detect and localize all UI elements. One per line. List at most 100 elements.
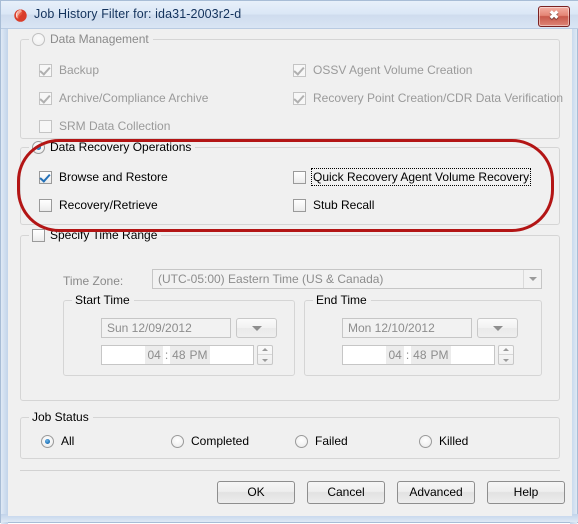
checkbox-stub-recall-label: Stub Recall <box>313 198 375 212</box>
radio-row-killed[interactable]: Killed <box>419 434 468 448</box>
window-frame-left <box>1 1 8 524</box>
group-data-recovery-operations-title[interactable]: Data Recovery Operations <box>29 140 196 154</box>
timezone-dropdown-arrow[interactable] <box>523 270 541 288</box>
end-date-field[interactable]: Mon 12/10/2012 <box>342 318 472 338</box>
group-data-recovery-operations: Data Recovery Operations Browse and Rest… <box>20 140 560 225</box>
start-date-field[interactable]: Sun 12/09/2012 <box>101 318 231 338</box>
group-specify-time-range: Specify Time Range Time Zone: (UTC-05:00… <box>20 228 560 401</box>
start-time-spinner[interactable] <box>257 345 273 365</box>
button-bar-separator <box>20 470 560 471</box>
end-time-spinner-up[interactable] <box>499 346 513 355</box>
radio-job-status-failed[interactable] <box>295 434 308 448</box>
radio-job-status-completed-label: Completed <box>191 434 250 448</box>
group-start-time-label: Start Time <box>75 293 130 307</box>
start-time-meridiem[interactable]: PM <box>187 346 210 364</box>
checkbox-row-backup[interactable]: Backup <box>39 63 99 77</box>
end-time-field[interactable]: 04 : 48 PM <box>342 345 495 365</box>
close-button[interactable]: ✖ <box>538 6 570 27</box>
group-end-time: End Time Mon 12/10/2012 04 : 48 PM <box>304 293 542 376</box>
close-icon: ✖ <box>548 8 560 22</box>
chevron-down-icon <box>262 358 268 362</box>
radio-row-failed[interactable]: Failed <box>295 434 348 448</box>
chevron-down-icon <box>492 326 503 331</box>
checkbox-srm-data-collection-label: SRM Data Collection <box>59 119 171 133</box>
radio-data-recovery-operations[interactable] <box>32 140 45 154</box>
group-job-status: Job Status All Completed Failed Killed <box>20 410 560 459</box>
advanced-button[interactable]: Advanced <box>397 481 475 504</box>
checkbox-backup[interactable] <box>39 63 52 77</box>
cancel-button[interactable]: Cancel <box>307 481 385 504</box>
title-bar[interactable]: Job History Filter for: ida31-2003r2-d ✖ <box>1 1 578 29</box>
start-time-separator: : <box>164 348 169 362</box>
end-time-minute[interactable]: 48 <box>411 346 429 364</box>
checkbox-row-stub-recall[interactable]: Stub Recall <box>293 198 374 212</box>
checkbox-row-quick-recovery-agent-volume-recovery[interactable]: Quick Recovery Agent Volume Recovery <box>293 168 532 186</box>
radio-row-all[interactable]: All <box>41 434 74 448</box>
checkbox-row-recovery-retrieve[interactable]: Recovery/Retrieve <box>39 198 158 212</box>
start-time-minute[interactable]: 48 <box>170 346 188 364</box>
group-specify-time-range-label: Specify Time Range <box>50 228 158 242</box>
timezone-combobox[interactable]: (UTC-05:00) Eastern Time (US & Canada) <box>152 269 542 289</box>
group-data-recovery-operations-label: Data Recovery Operations <box>50 140 192 154</box>
chevron-down-icon <box>251 326 262 331</box>
group-specify-time-range-title[interactable]: Specify Time Range <box>29 228 162 242</box>
start-time-spinner-down[interactable] <box>258 355 272 364</box>
start-time-field[interactable]: 04 : 48 PM <box>101 345 254 365</box>
group-data-management: Data Management Backup Archive/Complianc… <box>20 32 563 139</box>
checkbox-browse-and-restore-label: Browse and Restore <box>59 170 168 184</box>
group-end-time-title: End Time <box>313 293 371 307</box>
radio-data-management[interactable] <box>32 32 45 46</box>
checkbox-recovery-point-creation[interactable] <box>293 91 306 105</box>
group-job-status-title: Job Status <box>29 410 93 424</box>
group-data-management-label: Data Management <box>50 32 149 46</box>
commvault-swirl-icon <box>14 9 27 22</box>
checkbox-ossv-agent-volume-creation[interactable] <box>293 63 306 77</box>
end-time-meridiem[interactable]: PM <box>428 346 451 364</box>
group-start-time-title: Start Time <box>72 293 134 307</box>
help-button[interactable]: Help <box>487 481 565 504</box>
checkbox-row-recovery-point-creation[interactable]: Recovery Point Creation/CDR Data Verific… <box>293 91 563 105</box>
radio-row-completed[interactable]: Completed <box>171 434 249 448</box>
checkbox-specify-time-range[interactable] <box>32 228 45 242</box>
chevron-up-icon <box>262 348 268 351</box>
dialog-window: Job History Filter for: ida31-2003r2-d ✖… <box>0 0 578 524</box>
checkbox-recovery-retrieve[interactable] <box>39 198 52 212</box>
chevron-down-icon <box>503 358 509 362</box>
end-date-picker-button[interactable] <box>477 318 518 338</box>
checkbox-browse-and-restore[interactable] <box>39 170 52 184</box>
end-time-separator: : <box>405 348 410 362</box>
checkbox-archive-compliance-archive-label: Archive/Compliance Archive <box>59 91 209 105</box>
radio-job-status-all-label: All <box>61 434 75 448</box>
checkbox-row-browse-and-restore[interactable]: Browse and Restore <box>39 170 168 184</box>
checkbox-recovery-retrieve-label: Recovery/Retrieve <box>59 198 158 212</box>
start-time-hour[interactable]: 04 <box>145 346 163 364</box>
checkbox-row-ossv-agent-volume-creation[interactable]: OSSV Agent Volume Creation <box>293 63 472 77</box>
checkbox-srm-data-collection[interactable] <box>39 119 52 133</box>
radio-job-status-killed[interactable] <box>419 434 432 448</box>
window-title: Job History Filter for: ida31-2003r2-d <box>34 7 242 21</box>
checkbox-archive-compliance-archive[interactable] <box>39 91 52 105</box>
end-time-spinner-down[interactable] <box>499 355 513 364</box>
radio-job-status-completed[interactable] <box>171 434 184 448</box>
radio-job-status-failed-label: Failed <box>315 434 348 448</box>
end-time-hour[interactable]: 04 <box>386 346 404 364</box>
checkbox-row-archive-compliance-archive[interactable]: Archive/Compliance Archive <box>39 91 208 105</box>
checkbox-recovery-point-creation-label: Recovery Point Creation/CDR Data Verific… <box>313 91 564 105</box>
group-job-status-label: Job Status <box>32 410 89 424</box>
start-date-picker-button[interactable] <box>236 318 277 338</box>
radio-job-status-all[interactable] <box>41 434 54 448</box>
end-time-spinner[interactable] <box>498 345 514 365</box>
checkbox-ossv-agent-volume-creation-label: OSSV Agent Volume Creation <box>313 63 473 77</box>
checkbox-row-srm-data-collection[interactable]: SRM Data Collection <box>39 119 170 133</box>
checkbox-quick-recovery-agent-volume-recovery[interactable] <box>293 170 306 184</box>
group-data-management-title[interactable]: Data Management <box>29 32 153 46</box>
group-start-time: Start Time Sun 12/09/2012 04 : 48 PM <box>63 293 295 376</box>
dialog-client-area: Data Management Backup Archive/Complianc… <box>8 29 572 516</box>
chevron-down-icon <box>528 277 537 281</box>
start-time-spinner-up[interactable] <box>258 346 272 355</box>
checkbox-stub-recall[interactable] <box>293 198 306 212</box>
radio-job-status-killed-label: Killed <box>439 434 469 448</box>
checkbox-backup-label: Backup <box>59 63 100 77</box>
chevron-up-icon <box>503 348 509 351</box>
ok-button[interactable]: OK <box>217 481 295 504</box>
